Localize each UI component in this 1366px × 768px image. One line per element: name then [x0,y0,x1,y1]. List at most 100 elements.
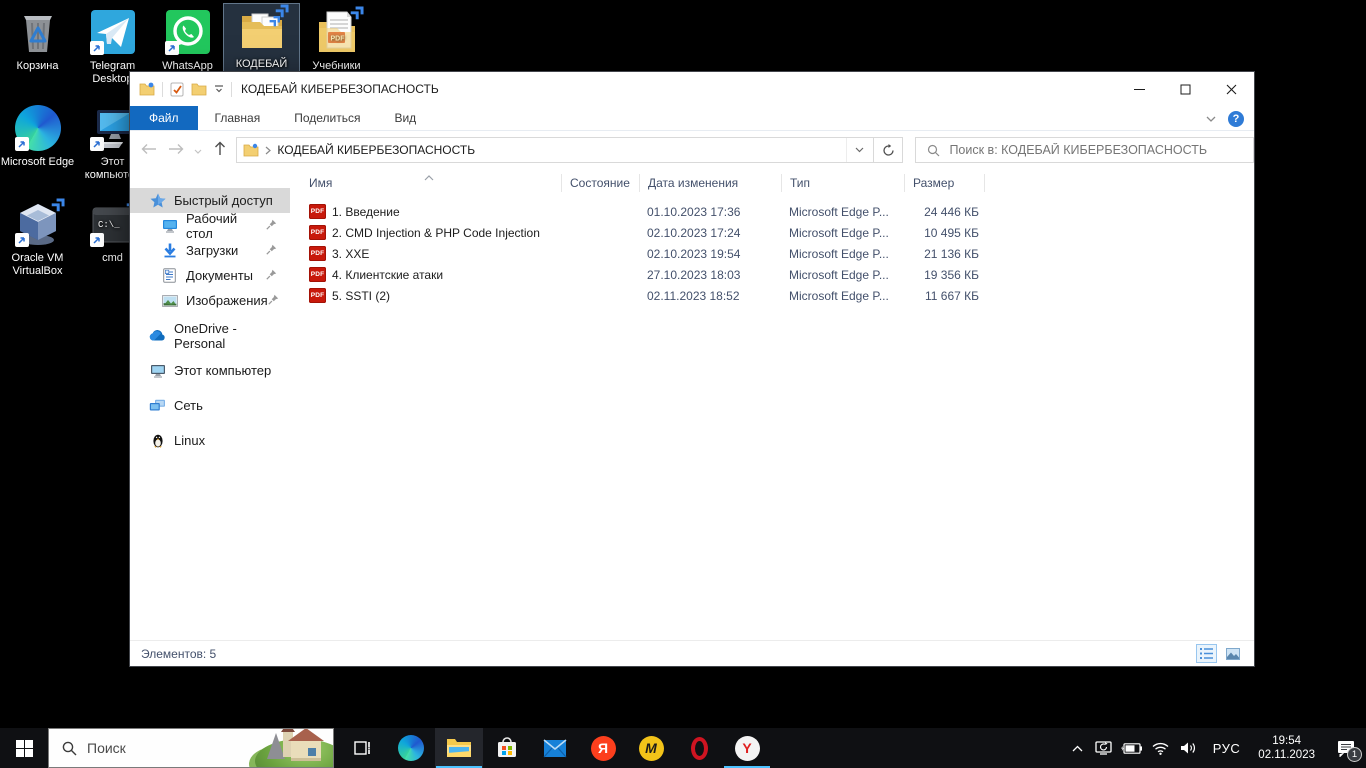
action-center-button[interactable]: 1 [1324,728,1366,768]
sidebar-item-label: Быстрый доступ [174,193,273,208]
start-button[interactable] [0,728,48,768]
file-name[interactable]: 3. XXE [332,247,369,261]
file-row[interactable]: PDF2. CMD Injection & PHP Code Injection… [290,222,1254,243]
refresh-button[interactable] [874,137,904,163]
file-row[interactable]: PDF1. Введение 01.10.2023 17:36 Microsof… [290,201,1254,222]
breadcrumb-folder-name[interactable]: КОДЕБАЙ КИБЕРБЕЗОПАСНОСТЬ [277,143,475,157]
taskbar-yandex-button[interactable]: Я [579,728,627,768]
sidebar-item-desktop[interactable]: Рабочий стол [130,213,290,238]
expand-ribbon-chevron-icon[interactable] [1206,116,1216,122]
hidden-icons-chevron-icon[interactable] [1066,728,1090,768]
clock[interactable]: 19:54 02.11.2023 [1249,728,1324,768]
pin-icon [266,243,277,258]
sidebar-item-downloads[interactable]: Загрузки [130,238,290,263]
microsoft-store-icon [496,737,518,759]
address-bar[interactable]: КОДЕБАЙ КИБЕРБЕЗОПАСНОСТЬ [236,137,874,163]
column-header-size[interactable]: Размер [904,174,984,192]
large-icons-view-button[interactable] [1222,644,1243,663]
close-button[interactable] [1208,72,1254,106]
taskbar-yandex-browser-button[interactable]: Y [723,728,771,768]
volume-icon[interactable] [1174,728,1204,768]
taskbar-store-button[interactable] [483,728,531,768]
address-dropdown-chevron-icon[interactable] [846,138,873,162]
desktop-icon-kodebay[interactable]: PDF КОДЕБАЙ [224,4,299,74]
task-view-icon [354,740,372,756]
notification-count-badge: 1 [1347,747,1362,762]
properties-button-icon[interactable] [170,82,184,97]
sidebar-item-documents[interactable]: Документы [130,263,290,288]
file-row[interactable]: PDF5. SSTI (2) 02.11.2023 18:52 Microsof… [290,285,1254,306]
search-highlight-image[interactable] [255,729,333,767]
file-name[interactable]: 5. SSTI (2) [332,289,390,303]
sidebar-item-quick-access[interactable]: Быстрый доступ [130,188,290,213]
sidebar-item-label: Рабочий стол [186,211,266,241]
title-bar[interactable]: КОДЕБАЙ КИБЕРБЕЗОПАСНОСТЬ [130,72,1254,106]
file-name[interactable]: 2. CMD Injection & PHP Code Injection [332,226,540,240]
navigation-pane: Быстрый доступ Рабочий стол Загрузки [130,170,290,640]
sidebar-item-pictures[interactable]: Изображения [130,288,290,313]
back-button[interactable] [136,143,163,158]
file-name[interactable]: 1. Введение [332,205,400,219]
file-row[interactable]: PDF3. XXE 02.10.2023 19:54 Microsoft Edg… [290,243,1254,264]
help-button[interactable]: ? [1228,111,1244,127]
explorer-search-box[interactable] [915,137,1254,163]
tab-home[interactable]: Главная [198,106,278,130]
forward-button[interactable] [163,143,190,158]
ribbon-tabs: Файл Главная Поделиться Вид ? [130,106,1254,131]
up-button[interactable] [207,141,234,159]
sidebar-item-onedrive[interactable]: OneDrive - Personal [130,323,290,348]
taskbar-mail-button[interactable] [531,728,579,768]
sidebar-item-linux[interactable]: Linux [130,428,290,453]
column-header-name[interactable]: Имя [290,174,561,192]
column-header-modified[interactable]: Дата изменения [639,174,781,192]
file-modified: 02.11.2023 18:52 [639,289,781,303]
pin-icon [266,268,277,283]
taskbar-search-input[interactable] [87,740,217,756]
maximize-button[interactable] [1162,72,1208,106]
tab-view[interactable]: Вид [377,106,433,130]
file-row[interactable]: PDF4. Клиентские атаки 27.10.2023 18:03 … [290,264,1254,285]
pdf-file-icon: PDF [309,246,326,261]
separator [231,82,232,97]
edge-icon [398,735,424,761]
shortcut-arrow-icon [165,41,179,55]
language-indicator[interactable]: РУС [1204,728,1250,768]
sidebar-item-network[interactable]: Сеть [130,393,290,418]
explorer-search-input[interactable] [949,143,1253,157]
pictures-icon [161,295,178,307]
sidebar-item-this-pc[interactable]: Этот компьютер [130,358,290,383]
column-header-type[interactable]: Тип [781,174,904,192]
taskbar-opera-button[interactable] [675,728,723,768]
desktop-icon-microsoft-edge[interactable]: Microsoft Edge [0,102,75,172]
taskbar-m-app-button[interactable]: M [627,728,675,768]
column-header-status[interactable]: Состояние [561,174,639,192]
file-size: 19 356 КБ [904,268,984,282]
taskbar-explorer-button[interactable] [435,728,483,768]
document-icon [161,268,178,283]
taskbar-edge-button[interactable] [387,728,435,768]
customize-qat-chevron-icon[interactable] [214,85,224,93]
battery-icon[interactable] [1117,728,1147,768]
tab-share[interactable]: Поделиться [277,106,377,130]
new-folder-button-icon[interactable] [191,82,207,96]
tab-file[interactable]: Файл [130,106,198,130]
folder-pdf-icon: PDF [238,6,286,54]
cast-display-icon[interactable] [1090,728,1117,768]
file-size: 11 667 КБ [904,289,984,303]
desktop-icon-uchebniki[interactable]: PDF Учебники [299,6,374,76]
file-name[interactable]: 4. Клиентские атаки [332,268,443,282]
sidebar-item-label: Этот компьютер [174,363,271,378]
details-view-button[interactable] [1196,644,1217,663]
pin-icon [268,293,279,308]
task-view-button[interactable] [339,728,387,768]
download-arrow-icon [161,243,178,258]
wifi-icon[interactable] [1147,728,1174,768]
recent-locations-chevron-icon[interactable] [189,143,207,157]
desktop-icon-recycle-bin[interactable]: Корзина [0,6,75,76]
taskbar-search-box[interactable] [48,728,334,768]
minimize-button[interactable] [1116,72,1162,106]
file-modified: 02.10.2023 19:54 [639,247,781,261]
breadcrumb[interactable]: КОДЕБАЙ КИБЕРБЕЗОПАСНОСТЬ [243,143,846,157]
desktop-icon-whatsapp[interactable]: WhatsApp [150,6,225,76]
desktop-icon-virtualbox[interactable]: Oracle VM VirtualBox [0,198,75,281]
